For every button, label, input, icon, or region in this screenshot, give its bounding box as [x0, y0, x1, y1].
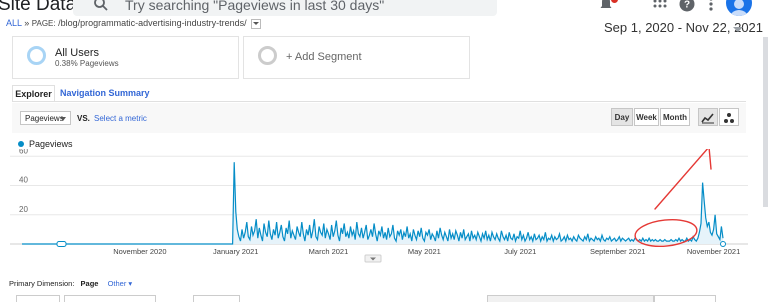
avatar-shoulders — [729, 10, 749, 16]
y-tick-label: 60 — [19, 149, 28, 155]
chart-controls: Pageviews VS. Select a metric Day Week M… — [12, 103, 746, 133]
svg-text:?: ? — [684, 0, 690, 11]
range-end-marker — [720, 241, 726, 247]
breadcrumb-separator: » — [24, 18, 30, 28]
range-start-marker — [56, 241, 67, 247]
primary-dimension-label: Primary Dimension: — [9, 279, 75, 288]
property-name: Site Data — [0, 0, 77, 15]
segment-share: 0.38% Pageviews — [55, 59, 119, 68]
segment-circle-icon — [27, 46, 46, 65]
x-tick-label: September 2021 — [590, 247, 645, 256]
add-segment-button[interactable]: + Add Segment — [243, 36, 470, 79]
help-icon[interactable]: ? — [679, 0, 695, 12]
primary-dimension-other[interactable]: Other ▾ — [108, 279, 133, 288]
tab-divider — [12, 101, 746, 102]
pageviews-chart[interactable]: 20 40 60 November 2020 January 2021 March 202… — [0, 149, 768, 267]
line-chart-button[interactable] — [698, 108, 718, 126]
primary-dimension-other-label: Other — [107, 279, 127, 288]
breadcrumb-all-link[interactable]: ALL — [6, 18, 22, 28]
metric-dropdown-value: Pageviews — [25, 114, 64, 123]
series-line — [22, 162, 724, 245]
add-segment-label: + Add Segment — [286, 51, 362, 63]
apps-icon[interactable] — [652, 0, 668, 14]
line-chart-icon — [701, 113, 714, 124]
primary-dimension: Primary Dimension: Page Other ▾ — [9, 279, 132, 288]
x-tick-label: November 2020 — [113, 247, 166, 256]
granularity-week-button[interactable]: Week — [634, 108, 659, 126]
avatar[interactable] — [726, 0, 752, 16]
segment-all-users[interactable]: All Users 0.38% Pageviews — [12, 36, 239, 79]
motion-chart-icon — [724, 113, 734, 123]
notification-badge — [611, 0, 618, 3]
x-tick-label: January 2021 — [213, 247, 258, 256]
caret-down-icon — [60, 117, 66, 121]
breadcrumb-page-path: /blog/programmatic-advertising-industry-… — [58, 18, 247, 28]
avatar-head — [734, 0, 744, 9]
y-tick-label: 20 — [19, 205, 28, 214]
chevron-down-icon[interactable] — [733, 27, 743, 32]
select-metric-link[interactable]: Select a metric — [94, 114, 147, 123]
x-tick-label: May 2021 — [408, 247, 441, 256]
tab-navigation-summary[interactable]: Navigation Summary — [60, 85, 150, 101]
segment-name: All Users — [55, 47, 100, 59]
breadcrumb: ALL » PAGE: /blog/programmatic-advertisi… — [6, 18, 262, 29]
legend-swatch — [18, 141, 24, 147]
primary-dimension-page[interactable]: Page — [81, 279, 99, 288]
x-tick-label: July 2021 — [504, 247, 536, 256]
granularity-month-button[interactable]: Month — [660, 108, 690, 126]
top-app-bar: Site Data▾ Try searching "Pageviews in l… — [0, 0, 768, 17]
search-placeholder: Try searching "Pageviews in last 30 days… — [125, 0, 385, 13]
granularity-day-button[interactable]: Day — [611, 108, 633, 126]
metric-dropdown[interactable]: Pageviews — [20, 111, 71, 125]
search-icon — [94, 0, 108, 11]
breadcrumb-dropdown[interactable] — [251, 18, 262, 29]
motion-chart-button[interactable] — [719, 108, 739, 126]
search-bar[interactable]: Try searching "Pageviews in last 30 days… — [73, 0, 497, 16]
x-tick-label: November 2021 — [687, 247, 740, 256]
legend-label: Pageviews — [29, 139, 73, 149]
tab-explorer[interactable]: Explorer — [12, 85, 55, 102]
segment-circle-icon — [258, 46, 277, 65]
x-tick-label: March 2021 — [309, 247, 349, 256]
more-vert-icon[interactable] — [703, 0, 719, 12]
vs-label: VS. — [77, 114, 90, 123]
breadcrumb-filter-label: PAGE: — [31, 19, 56, 28]
y-tick-label: 40 — [19, 176, 28, 185]
